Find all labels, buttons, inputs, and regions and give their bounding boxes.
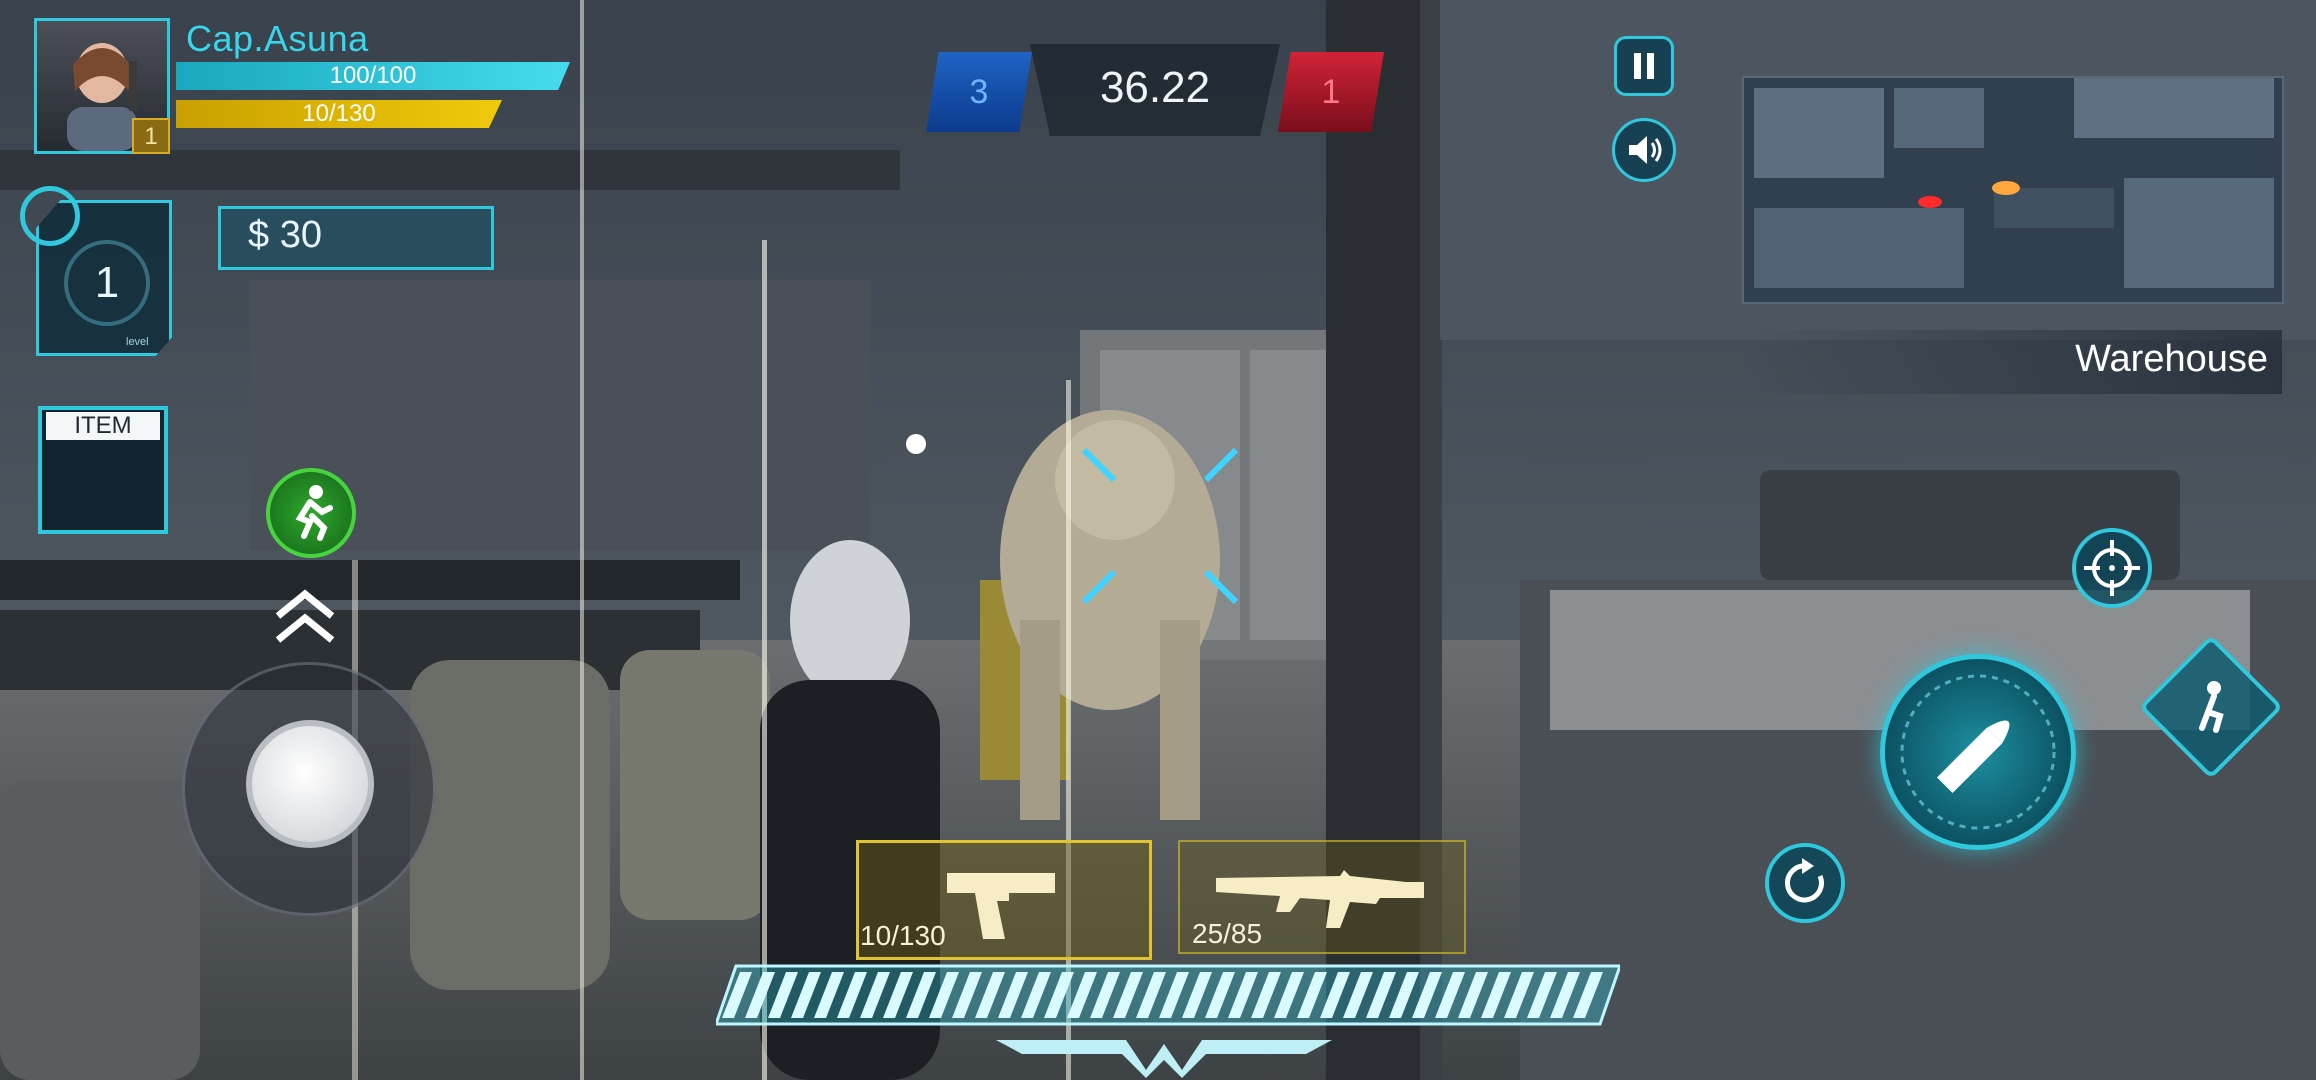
ammo-text: 10/130 xyxy=(302,100,376,127)
bullet-icon xyxy=(1900,674,2056,830)
item-label: ITEM xyxy=(46,412,160,440)
pause-button[interactable] xyxy=(1614,36,1674,96)
running-man-icon xyxy=(295,485,333,541)
pause-icon xyxy=(1634,53,1654,79)
crouch-icon xyxy=(2199,681,2224,733)
aim-button[interactable] xyxy=(2068,524,2156,612)
bottom-emblem xyxy=(996,1040,1332,1078)
minimap[interactable] xyxy=(1742,76,2284,304)
match-timer: 36.22 xyxy=(1099,63,1211,112)
gear-icon xyxy=(20,186,80,246)
energy-bar xyxy=(716,964,1620,1026)
location-name: Warehouse xyxy=(2075,338,2268,380)
double-chevron-up-icon[interactable] xyxy=(272,586,338,646)
speaker-icon xyxy=(1629,136,1662,164)
crosshair-reticle xyxy=(1081,447,1239,605)
reload-button[interactable] xyxy=(1762,840,1848,926)
player-name: Cap.Asuna xyxy=(186,18,369,59)
level-caption: level xyxy=(126,336,149,348)
fire-button[interactable] xyxy=(1880,654,2076,850)
sound-button[interactable] xyxy=(1612,118,1676,182)
joystick-knob[interactable] xyxy=(246,720,374,848)
sprint-button[interactable] xyxy=(266,468,356,558)
blue-team-score: 3 xyxy=(969,73,989,111)
avatar-level-badge: 1 xyxy=(132,118,170,154)
pistol-ammo: 10/130 xyxy=(860,920,946,951)
health-text: 100/100 xyxy=(329,62,417,89)
red-team-score: 1 xyxy=(1321,73,1341,111)
money-text: $ 30 xyxy=(248,214,322,256)
level-number: 1 xyxy=(94,258,120,307)
rifle-ammo: 25/85 xyxy=(1192,918,1263,949)
minimap-layout xyxy=(1754,78,2274,288)
